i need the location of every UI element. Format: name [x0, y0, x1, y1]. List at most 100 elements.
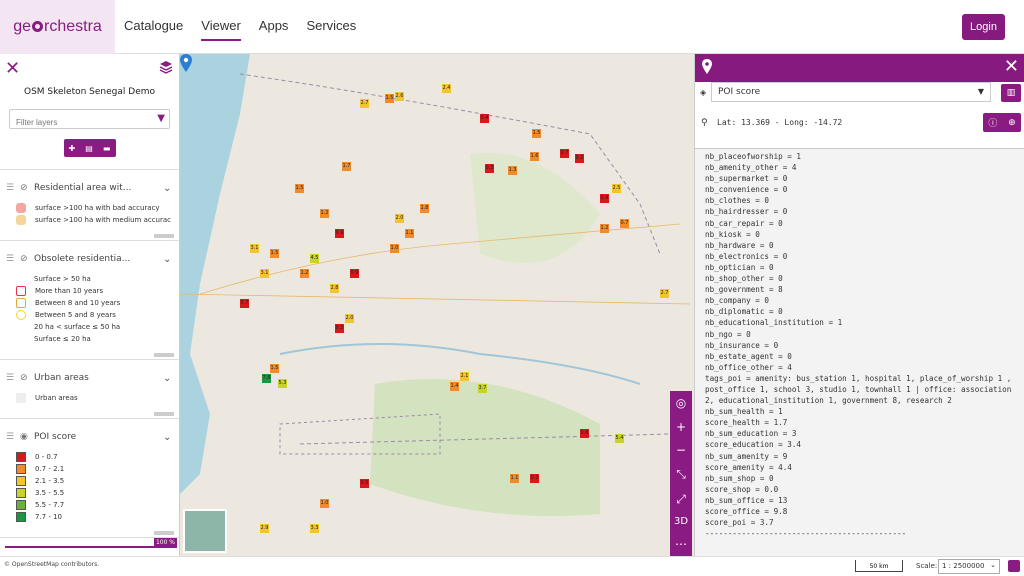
opacity-slider[interactable]	[154, 234, 174, 238]
eye-slash-icon[interactable]: ⊘	[20, 254, 34, 264]
drag-handle-icon[interactable]: ☰	[6, 373, 14, 383]
3d-button[interactable]: 3D	[674, 516, 688, 527]
locate-icon[interactable]: ◎	[676, 396, 686, 410]
poi-score-cell[interactable]: 0.5	[360, 479, 369, 488]
poi-score-cell[interactable]: 2.5	[612, 184, 621, 193]
more-icon[interactable]: ⋯	[675, 537, 687, 551]
poi-score-cell[interactable]: 1.5	[270, 364, 279, 373]
poi-score-cell[interactable]: 1.2	[600, 224, 609, 233]
poi-score-cell[interactable]: 1.3	[508, 166, 517, 175]
poi-score-cell[interactable]: 1.1	[510, 474, 519, 483]
poi-score-cell[interactable]: 1.8	[420, 204, 429, 213]
poi-score-cell[interactable]: 0.6	[580, 429, 589, 438]
poi-score-cell[interactable]: 2.4	[442, 84, 451, 93]
zoom-out-button[interactable]: −	[676, 443, 686, 457]
poi-score-cell[interactable]: 0.7	[620, 219, 629, 228]
poi-score-cell[interactable]: 1.7	[342, 162, 351, 171]
poi-score-cell[interactable]: 1.5	[270, 249, 279, 258]
scale-select[interactable]: 1 : 2500000 ⌄	[938, 559, 1000, 574]
poi-score-cell[interactable]: 0.3	[530, 474, 539, 483]
poi-score-cell[interactable]: 4.5	[310, 254, 319, 263]
poi-score-cell[interactable]: 3.1	[260, 269, 269, 278]
poi-score-cell[interactable]: 1.5	[532, 129, 541, 138]
layer-select[interactable]: POI score ▼	[711, 82, 991, 102]
poi-score-cell[interactable]: 2.8	[330, 284, 339, 293]
opacity-slider[interactable]	[154, 412, 174, 416]
chevron-down-icon[interactable]: ⌄	[163, 254, 179, 265]
poi-score-cell[interactable]: 0.3	[485, 164, 494, 173]
poi-score-cell[interactable]: 1.1	[405, 229, 414, 238]
poi-score-cell[interactable]: 2.0	[395, 214, 404, 223]
login-button[interactable]: Login	[962, 14, 1005, 40]
fit-extent-icon[interactable]: ⤡	[676, 467, 686, 482]
poi-score-cell[interactable]: 3.7	[478, 384, 487, 393]
globe-icon[interactable]: ⊕	[1008, 118, 1016, 128]
poi-score-cell[interactable]: 2.1	[460, 372, 469, 381]
chevron-down-icon[interactable]: ⌄	[163, 183, 179, 194]
layers-icon[interactable]	[159, 60, 173, 74]
poi-score-cell[interactable]: 1.2	[300, 269, 309, 278]
poi-score-cell[interactable]: 0.7	[560, 149, 569, 158]
poi-score-cell[interactable]: 0.4	[480, 114, 489, 123]
poi-score-cell[interactable]: 1.5	[295, 184, 304, 193]
poi-score-cell[interactable]: 2.7	[360, 99, 369, 108]
eye-slash-icon[interactable]: ⊘	[20, 183, 34, 193]
close-icon[interactable]: ✕	[5, 58, 20, 79]
poi-score-cell[interactable]: 3.3	[310, 524, 319, 533]
drag-handle-icon[interactable]: ☰	[6, 183, 14, 193]
poi-score-cell[interactable]: 1.0	[390, 244, 399, 253]
folder-icon[interactable]: ▤	[85, 144, 93, 153]
opacity-slider[interactable]	[5, 546, 177, 548]
poi-score-cell[interactable]: 0.9	[335, 229, 344, 238]
eye-icon[interactable]: ◉	[20, 432, 34, 442]
georchestra-logo[interactable]: ge rchestra	[0, 0, 115, 54]
location-pin-icon[interactable]	[180, 54, 192, 72]
close-panel-icon[interactable]: ✕	[1004, 56, 1019, 77]
add-layer-icon[interactable]: ✚	[69, 144, 76, 153]
chevron-down-icon[interactable]: ⌄	[163, 373, 179, 384]
poi-score-cell[interactable]: 1.0	[320, 499, 329, 508]
zoom-in-button[interactable]: +	[676, 420, 686, 434]
opacity-slider[interactable]	[154, 531, 174, 535]
poi-score-cell[interactable]: 2.9	[260, 524, 269, 533]
filter-layers-input[interactable]	[10, 113, 150, 132]
poi-score-cell[interactable]: 1.2	[320, 209, 329, 218]
attribution[interactable]: © OpenStreetMap contributors.	[4, 561, 99, 568]
layer-name[interactable]: Obsolete residentia...	[34, 254, 163, 264]
poi-score-cell[interactable]: 5.4	[615, 434, 624, 443]
poi-score-cell[interactable]: 0.7	[240, 299, 249, 308]
info-icon[interactable]: ⓘ	[988, 116, 997, 129]
poi-score-cell[interactable]: 0.2	[575, 154, 584, 163]
poi-score-cell[interactable]: 0.4	[600, 194, 609, 203]
poi-score-cell[interactable]: 1.6	[530, 152, 539, 161]
opacity-slider[interactable]	[154, 353, 174, 357]
layer-name[interactable]: Residential area wit...	[34, 183, 163, 193]
nav-catalogue[interactable]: Catalogue	[124, 18, 183, 41]
fullscreen-icon[interactable]: ⤢	[676, 492, 686, 507]
layer-name[interactable]: POI score	[34, 432, 163, 442]
layer-name[interactable]: Urban areas	[34, 373, 163, 383]
poi-score-cell[interactable]: 2.0	[345, 314, 354, 323]
chevron-down-icon[interactable]: ⌄	[163, 432, 179, 443]
settings-icon[interactable]	[1008, 560, 1020, 572]
overview-minimap[interactable]	[183, 509, 227, 553]
poi-score-cell[interactable]: 7.8	[262, 374, 271, 383]
poi-score-cell[interactable]: 2.7	[660, 289, 669, 298]
nav-viewer[interactable]: Viewer	[201, 18, 241, 41]
map-view[interactable]: 2.7 1.5 2.6 2.4 0.4 1.5 1.6 0.7 0.2 0.3 1.3 1.7 1.2 0…	[180, 54, 694, 556]
drag-handle-icon[interactable]: ☰	[6, 254, 14, 264]
eye-slash-icon[interactable]: ⊘	[20, 373, 34, 383]
nav-services[interactable]: Services	[306, 18, 356, 41]
filter-layers-field[interactable]: ▼	[9, 109, 170, 132]
funnel-icon[interactable]: ▼	[157, 113, 165, 124]
chart-icon[interactable]: ▥	[1001, 84, 1021, 102]
poi-score-cell[interactable]: 0.9	[350, 269, 359, 278]
poi-score-cell[interactable]: 1.5	[385, 94, 394, 103]
poi-score-cell[interactable]: 3.1	[250, 244, 259, 253]
comment-icon[interactable]: ▬	[103, 144, 111, 153]
poi-score-cell[interactable]: 2.6	[395, 92, 404, 101]
poi-score-cell[interactable]: 0.3	[335, 324, 344, 333]
nav-apps[interactable]: Apps	[259, 18, 289, 41]
drag-handle-icon[interactable]: ☰	[6, 432, 14, 442]
poi-score-cell[interactable]: 1.4	[450, 382, 459, 391]
